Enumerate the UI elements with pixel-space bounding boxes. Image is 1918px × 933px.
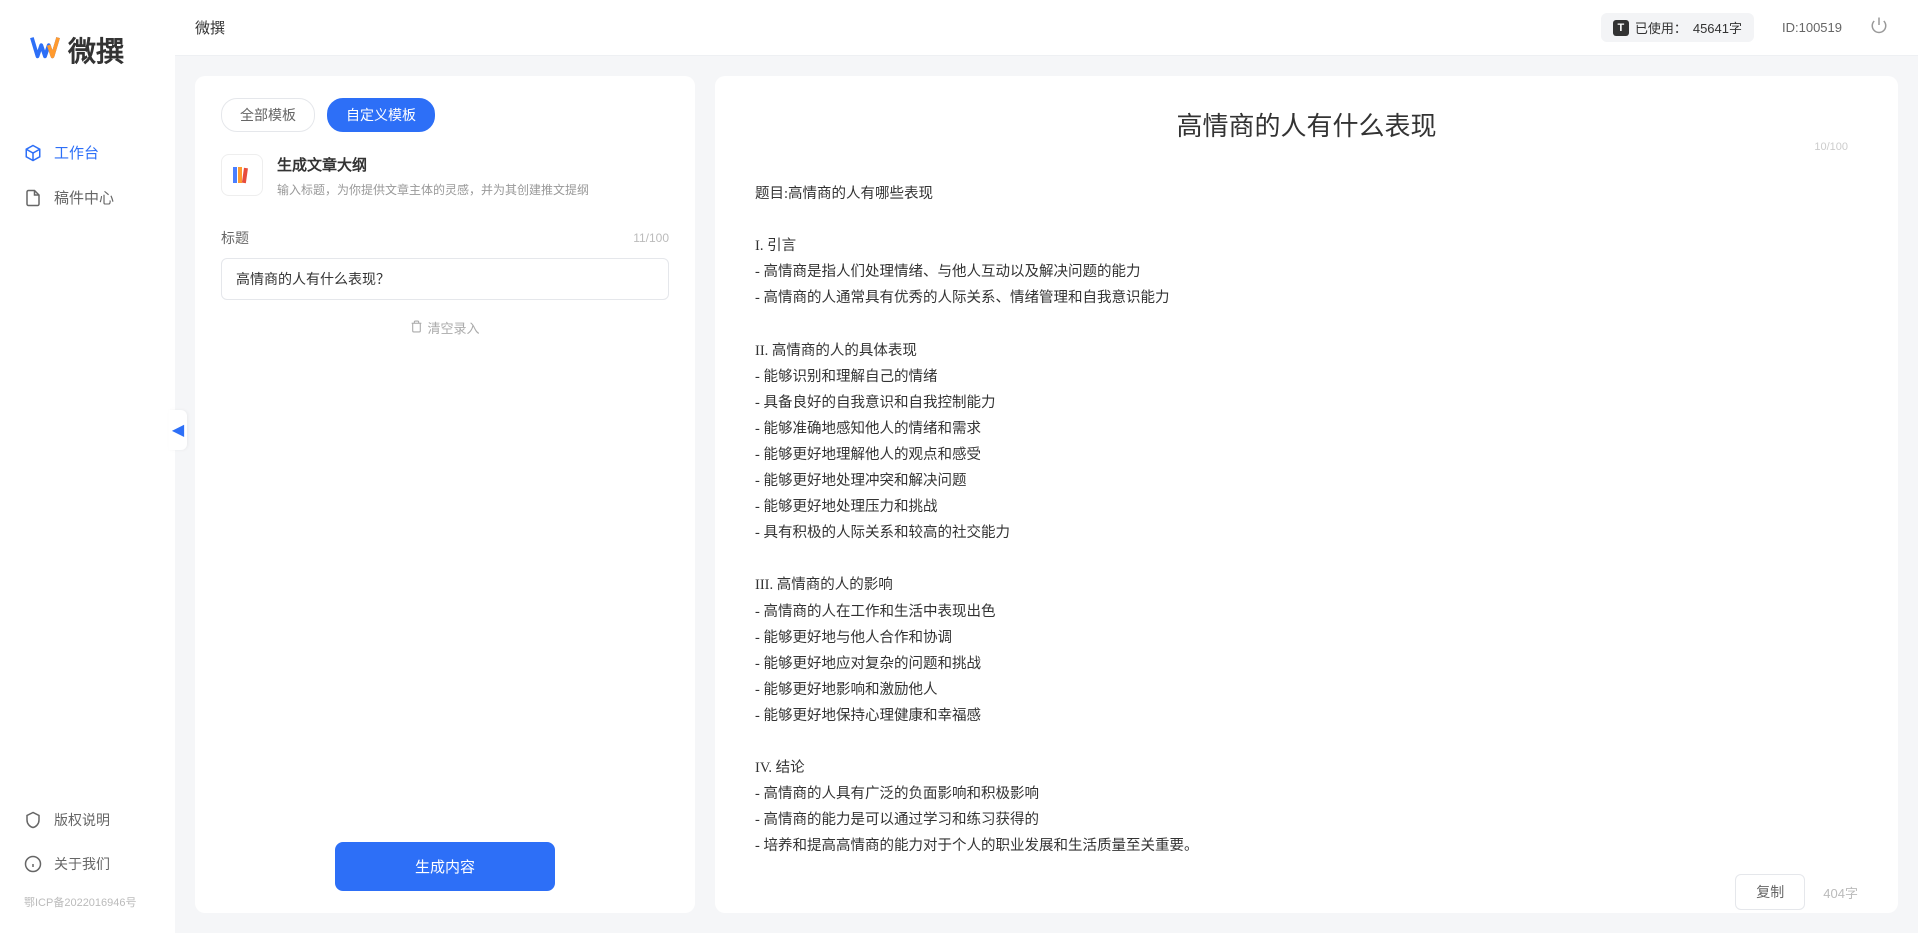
logo: 微撰 (0, 30, 175, 70)
title-input[interactable] (221, 258, 669, 300)
result-title: 高情商的人有什么表现 (755, 106, 1858, 143)
usage-value: 45641字 (1693, 18, 1742, 37)
input-panel: 全部模板 自定义模板 生成文章大纲 输入标题，为你提供文章主体的灵感，并为其创建… (195, 76, 695, 913)
nav-workbench[interactable]: 工作台 (0, 130, 175, 175)
document-icon (24, 189, 44, 207)
user-id: ID:100519 (1782, 20, 1842, 35)
shield-icon (24, 811, 44, 829)
result-panel: 高情商的人有什么表现 10/100 题目:高情商的人有哪些表现 I. 引言 - … (715, 76, 1898, 913)
word-count: 404字 (1823, 883, 1858, 902)
nav-copyright[interactable]: 版权说明 (0, 798, 175, 842)
template-title: 生成文章大纲 (277, 154, 589, 175)
brand-text: 微撰 (68, 30, 124, 70)
clear-label: 清空录入 (427, 318, 479, 337)
books-icon (221, 154, 263, 196)
field-label: 标题 (221, 228, 249, 248)
icp-text: 鄂ICP备2022016946号 (0, 886, 175, 918)
template-desc: 输入标题，为你提供文章主体的灵感，并为其创建推文提纲 (277, 181, 589, 198)
tab-all-templates[interactable]: 全部模板 (221, 98, 315, 132)
result-footer: 复制 404字 (755, 859, 1858, 910)
tab-row: 全部模板 自定义模板 (221, 98, 669, 132)
usage-prefix: 已使用： (1635, 18, 1687, 37)
nav-label: 关于我们 (54, 854, 110, 874)
template-card: 生成文章大纲 输入标题，为你提供文章主体的灵感，并为其创建推文提纲 (221, 154, 669, 198)
nav-drafts[interactable]: 稿件中心 (0, 175, 175, 220)
nav-label: 版权说明 (54, 810, 110, 830)
input-char-count: 11/100 (633, 231, 669, 245)
sidebar: 微撰 工作台 稿件中心 版权说明 (0, 0, 175, 933)
tab-custom-templates[interactable]: 自定义模板 (327, 98, 435, 132)
nav-label: 稿件中心 (54, 187, 114, 208)
topbar-title: 微撰 (195, 17, 225, 38)
logo-icon (30, 32, 60, 69)
power-button[interactable] (1870, 16, 1888, 39)
usage-badge[interactable]: T 已使用： 45641字 (1601, 13, 1754, 42)
clear-input-button[interactable]: 清空录入 (221, 318, 669, 337)
cube-icon (24, 144, 44, 162)
title-char-count: 10/100 (1814, 141, 1848, 153)
result-body: 题目:高情商的人有哪些表现 I. 引言 - 高情商是指人们处理情绪、与他人互动以… (755, 181, 1858, 859)
collapse-handle[interactable]: ◀ (169, 410, 187, 450)
nav-about[interactable]: 关于我们 (0, 842, 175, 886)
topbar: 微撰 T 已使用： 45641字 ID:100519 (175, 0, 1918, 56)
copy-button[interactable]: 复制 (1735, 874, 1805, 910)
text-icon: T (1613, 20, 1629, 36)
nav-label: 工作台 (54, 142, 99, 163)
nav-list: 工作台 稿件中心 (0, 130, 175, 798)
trash-icon (410, 320, 423, 336)
info-icon (24, 855, 44, 873)
chevron-left-icon: ◀ (172, 420, 184, 440)
sidebar-bottom: 版权说明 关于我们 鄂ICP备2022016946号 (0, 798, 175, 918)
generate-button[interactable]: 生成内容 (335, 842, 555, 891)
